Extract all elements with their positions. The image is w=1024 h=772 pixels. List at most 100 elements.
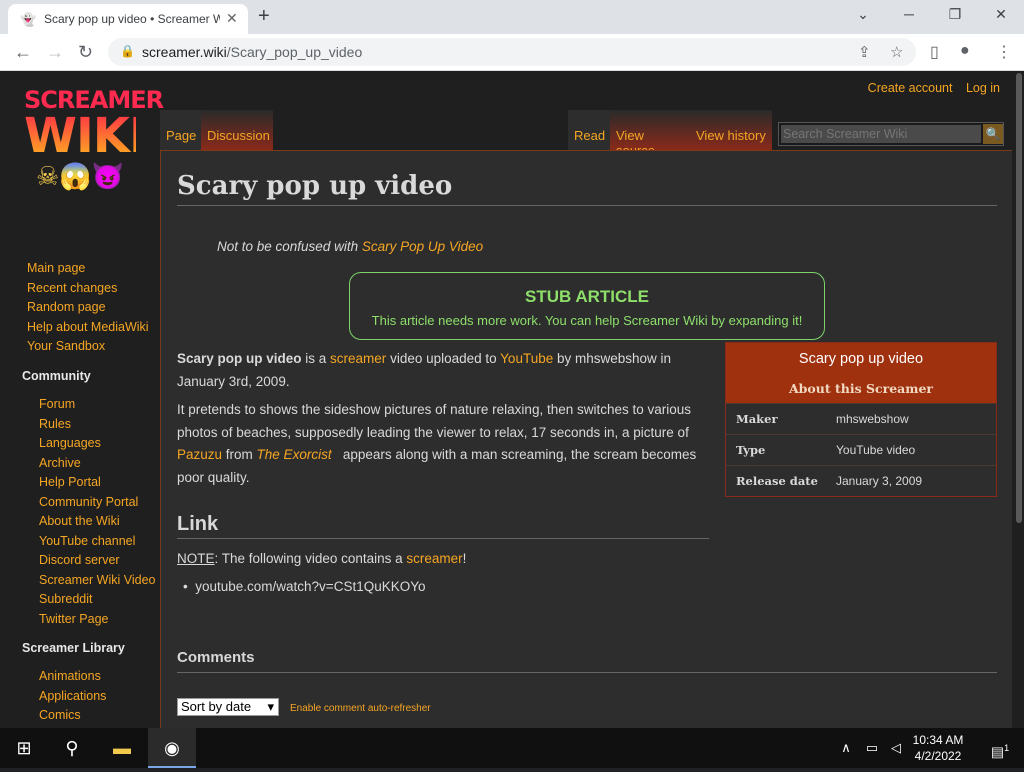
log-in-link[interactable]: Log in xyxy=(966,81,1000,95)
section-heading-link: Link xyxy=(177,513,709,539)
sidebar-item-comics[interactable]: Comics xyxy=(39,706,81,726)
close-window-button[interactable]: ✕ xyxy=(978,6,1024,23)
stub-heading: STUB ARTICLE xyxy=(524,287,650,306)
forward-icon[interactable]: → xyxy=(46,42,64,62)
paragraph-intro: Scary pop up video is a screamer video u… xyxy=(177,348,711,393)
infobox-row-release: Release date January 3, 2009 xyxy=(726,465,996,496)
video-note: NOTE: The following video contains a scr… xyxy=(177,551,466,566)
restore-button[interactable]: ❐ xyxy=(932,6,978,23)
video-url[interactable]: youtube.com/watch?v=CSt1QuKKOYo xyxy=(195,579,425,594)
sidebar-item-subreddit[interactable]: Subreddit xyxy=(39,590,93,610)
sort-select[interactable]: Sort by date ▾ xyxy=(177,698,279,716)
lock-icon[interactable]: 🔒 xyxy=(120,44,135,58)
infobox-subtitle: About this Screamer xyxy=(726,375,996,403)
note-screamer-link[interactable]: screamer xyxy=(406,551,462,566)
intro-text-a: is a xyxy=(301,351,331,366)
sort-value: Sort by date xyxy=(181,699,252,714)
infobox-title: Scary pop up video xyxy=(726,343,996,375)
browser-tab[interactable]: 👻 Scary pop up video • Screamer Wiki ✕ xyxy=(8,4,248,34)
infobox-value: mhswebshow xyxy=(836,412,909,426)
sidebar-item-discord[interactable]: Discord server xyxy=(39,551,120,571)
page-title: Scary pop up video xyxy=(177,171,997,206)
close-tab-icon[interactable]: ✕ xyxy=(226,10,238,27)
sidebar-item-wiki-video[interactable]: Screamer Wiki Video xyxy=(39,571,155,591)
tab-page[interactable]: Page xyxy=(160,110,201,150)
note-end: ! xyxy=(462,551,467,566)
comments-heading: Comments xyxy=(177,649,997,673)
toolbar: ← → ↻ 🔒 screamer.wiki/Scary_pop_up_video… xyxy=(0,34,1024,71)
notification-icon[interactable]: ▤1 xyxy=(976,728,1024,768)
wiki-logo[interactable]: SCREAMER WIKI ☠😱😈 xyxy=(24,87,164,192)
sidebar-item-applications[interactable]: Applications xyxy=(39,687,106,707)
infobox-key: Release date xyxy=(736,474,818,488)
page-scrollbar[interactable] xyxy=(1014,71,1024,728)
youtube-link[interactable]: YouTube xyxy=(500,351,553,366)
minimize-button[interactable]: ─ xyxy=(886,6,932,22)
search-box: 🔍 xyxy=(778,122,1004,146)
system-clock[interactable]: 10:34 AM 4/2/2022 xyxy=(906,732,970,764)
chevron-down-icon: ▾ xyxy=(267,699,274,714)
search-icon[interactable]: 🔍 xyxy=(983,124,1003,144)
search-input[interactable] xyxy=(781,125,981,143)
clock-date: 4/2/2022 xyxy=(914,749,962,763)
chrome-taskbar-icon[interactable]: ◉ xyxy=(148,728,196,768)
sidebar-item-rules[interactable]: Rules xyxy=(39,415,71,435)
exorcist-link[interactable]: The Exorcist xyxy=(257,447,332,462)
sidebar-item-main-page[interactable]: Main page xyxy=(27,259,85,279)
side-panel-icon[interactable]: ▯ xyxy=(930,42,939,62)
sidebar-item-community-portal[interactable]: Community Portal xyxy=(39,493,138,513)
auto-refresher-link[interactable]: Enable comment auto-refresher xyxy=(290,703,431,714)
back-icon[interactable]: ← xyxy=(14,42,32,62)
sidebar-item-animations[interactable]: Animations xyxy=(39,667,101,687)
infobox-value: January 3, 2009 xyxy=(836,474,923,488)
windows-start-icon[interactable]: ⊞ xyxy=(0,728,48,768)
url-path: /Scary_pop_up_video xyxy=(226,44,363,60)
infobox-value: YouTube video xyxy=(836,443,916,457)
sidebar-item-sandbox[interactable]: Your Sandbox xyxy=(27,337,105,357)
sidebar-item-forum[interactable]: Forum xyxy=(39,395,75,415)
reload-icon[interactable]: ↻ xyxy=(78,42,93,62)
infobox-row-maker: Maker mhswebshow xyxy=(726,403,996,434)
url-host: screamer.wiki xyxy=(142,44,227,60)
article-content: Scary pop up video Not to be confused wi… xyxy=(160,150,1012,728)
profile-icon[interactable]: ● xyxy=(960,42,970,60)
note-label: NOTE xyxy=(177,551,215,566)
tab-view-source[interactable]: View source xyxy=(610,110,690,158)
sidebar-item-archive[interactable]: Archive xyxy=(39,454,81,474)
tab-read[interactable]: Read xyxy=(568,110,610,150)
sidebar-item-recent-changes[interactable]: Recent changes xyxy=(27,279,117,299)
desc-text-a: It pretends to shows the sideshow pictur… xyxy=(177,402,692,440)
infobox-row-type: Type YouTube video xyxy=(726,434,996,465)
tab-view-history[interactable]: View history xyxy=(690,110,772,150)
sidebar-item-youtube[interactable]: YouTube channel xyxy=(39,532,135,552)
infobox-key: Type xyxy=(736,443,766,457)
stub-notice: STUB ARTICLE This article needs more wor… xyxy=(349,272,825,340)
new-tab-button[interactable]: + xyxy=(258,6,270,26)
create-account-link[interactable]: Create account xyxy=(868,81,953,95)
sidebar-item-about[interactable]: About the Wiki xyxy=(39,512,120,532)
note-text: : The following video contains a xyxy=(214,551,407,566)
paragraph-description: It pretends to shows the sideshow pictur… xyxy=(177,399,711,489)
address-bar[interactable]: 🔒 screamer.wiki/Scary_pop_up_video ⇪ ☆ xyxy=(108,38,916,66)
sidebar-item-languages[interactable]: Languages xyxy=(39,434,101,454)
scrollbar-thumb[interactable] xyxy=(1016,73,1022,523)
bookmark-star-icon[interactable]: ☆ xyxy=(890,43,903,61)
taskbar: ⊞ ⚲ ▬ ◉ ∧ ▭ ◁ 10:34 AM 4/2/2022 ▤1 xyxy=(0,728,1024,768)
sidebar-item-help-portal[interactable]: Help Portal xyxy=(39,473,101,493)
screamer-link[interactable]: screamer xyxy=(330,351,386,366)
search-icon[interactable]: ⚲ xyxy=(48,728,96,768)
file-explorer-icon[interactable]: ▬ xyxy=(98,728,146,768)
pazuzu-link[interactable]: Pazuzu xyxy=(177,447,222,462)
menu-kebab-icon[interactable]: ⋮ xyxy=(996,42,1012,62)
tab-discussion[interactable]: Discussion xyxy=(201,110,273,150)
sidebar: SCREAMER WIKI ☠😱😈 Main page Recent chang… xyxy=(0,71,164,728)
tab-search-icon[interactable]: ⌄ xyxy=(840,6,886,23)
hatnote: Not to be confused with Scary Pop Up Vid… xyxy=(217,239,483,254)
sidebar-item-twitter[interactable]: Twitter Page xyxy=(39,610,108,630)
sidebar-item-help-mediawiki[interactable]: Help about MediaWiki xyxy=(27,318,149,338)
notification-count: 1 xyxy=(1004,743,1010,753)
infobox-key: Maker xyxy=(736,412,778,426)
sidebar-item-random-page[interactable]: Random page xyxy=(27,298,106,318)
share-icon[interactable]: ⇪ xyxy=(858,43,871,61)
hatnote-link[interactable]: Scary Pop Up Video xyxy=(362,239,483,254)
